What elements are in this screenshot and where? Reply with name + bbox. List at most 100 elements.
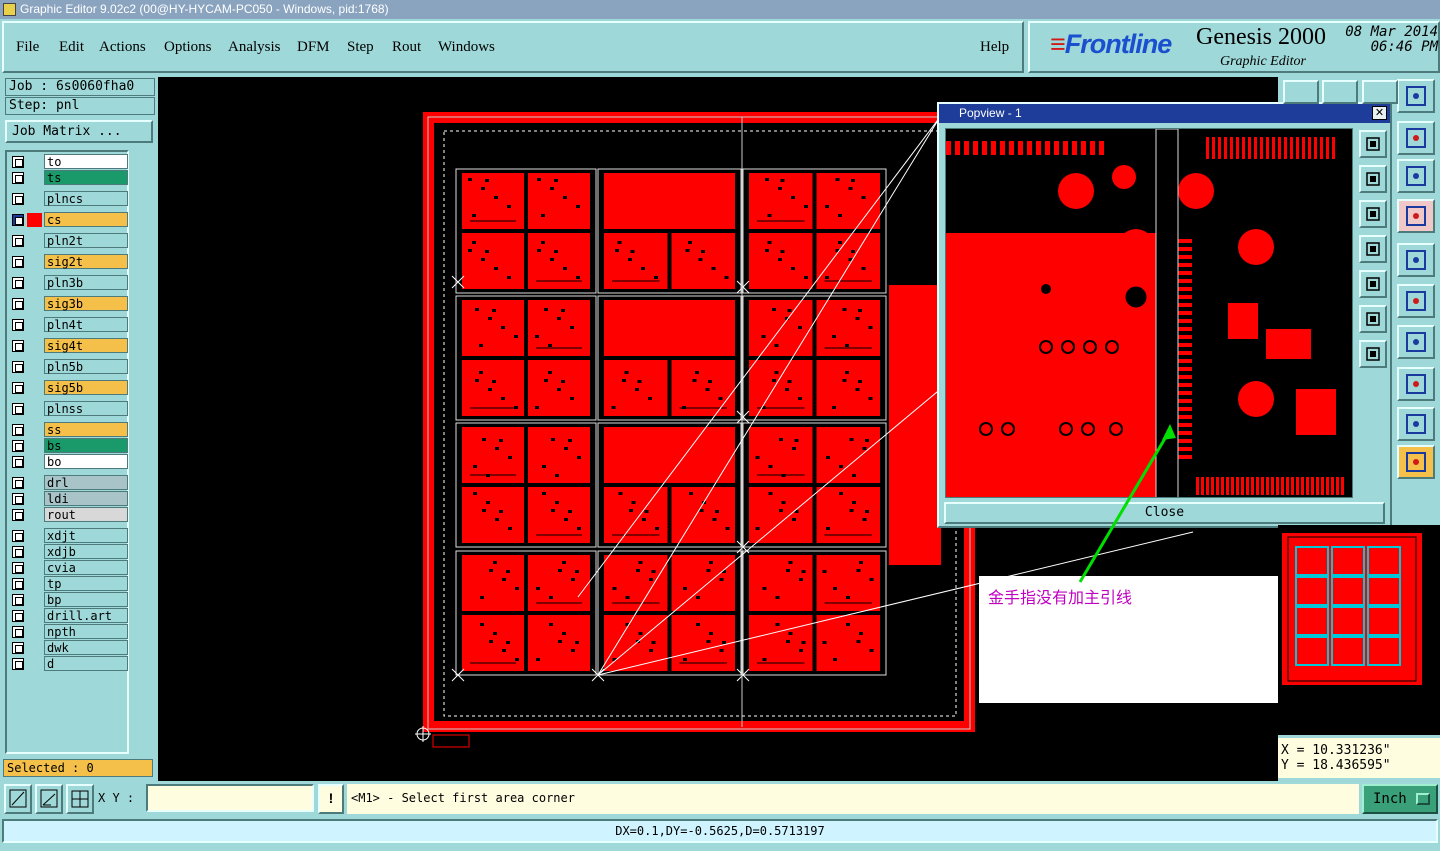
zoom-area-icon[interactable] bbox=[4, 784, 32, 814]
job-matrix-button[interactable]: Job Matrix ... bbox=[5, 120, 153, 143]
xy-input[interactable] bbox=[146, 784, 314, 812]
layer-row-ss[interactable]: ss bbox=[10, 422, 128, 437]
layer-row-drill-art[interactable]: drill.art bbox=[10, 608, 128, 623]
layer-checkbox[interactable] bbox=[12, 594, 24, 606]
layer-row-pln2t[interactable]: pln2t bbox=[10, 233, 128, 248]
layer-checkbox[interactable] bbox=[12, 193, 24, 205]
grid-snap-icon[interactable] bbox=[66, 784, 94, 814]
layer-row-tp[interactable]: tp bbox=[10, 576, 128, 591]
layer-checkbox[interactable] bbox=[12, 642, 24, 654]
view-tool-icon-2[interactable] bbox=[1322, 80, 1358, 104]
select-icon[interactable] bbox=[1397, 243, 1435, 277]
layers-icon[interactable] bbox=[1397, 367, 1435, 401]
layer-checkbox[interactable] bbox=[12, 361, 24, 373]
layer-checkbox[interactable] bbox=[12, 214, 24, 226]
layer-checkbox[interactable] bbox=[12, 340, 24, 352]
layer-row-pln3b[interactable]: pln3b bbox=[10, 275, 128, 290]
menu-options[interactable]: Options bbox=[164, 39, 212, 56]
layer-row-plncs[interactable]: plncs bbox=[10, 191, 128, 206]
layer-row-pln4t[interactable]: pln4t bbox=[10, 317, 128, 332]
menu-windows[interactable]: Windows bbox=[438, 39, 495, 56]
popview-tool-icon-6[interactable] bbox=[1359, 305, 1387, 333]
menu-edit[interactable]: Edit bbox=[59, 39, 84, 56]
layer-checkbox[interactable] bbox=[12, 319, 24, 331]
layer-row-xdjt[interactable]: xdjt bbox=[10, 528, 128, 543]
menu-analysis[interactable]: Analysis bbox=[228, 39, 281, 56]
layer-row-bo[interactable]: bo bbox=[10, 454, 128, 469]
warning-button[interactable]: ! bbox=[318, 784, 344, 814]
menu-dfm[interactable]: DFM bbox=[297, 39, 330, 56]
layer-row-ldi[interactable]: ldi bbox=[10, 491, 128, 506]
layer-row-to[interactable]: to bbox=[10, 154, 128, 169]
menu-rout[interactable]: Rout bbox=[392, 39, 421, 56]
layer-checkbox[interactable] bbox=[12, 277, 24, 289]
layer-checkbox[interactable] bbox=[12, 626, 24, 638]
rotate-icon[interactable] bbox=[1397, 121, 1435, 155]
layer-checkbox[interactable] bbox=[12, 658, 24, 670]
layer-name: ts bbox=[44, 170, 128, 185]
layer-checkbox[interactable] bbox=[12, 172, 24, 184]
panel-view-icon[interactable] bbox=[1397, 79, 1435, 113]
layer-row-d[interactable]: d bbox=[10, 656, 128, 671]
snap-icon[interactable] bbox=[1397, 284, 1435, 318]
layer-row-bp[interactable]: bp bbox=[10, 592, 128, 607]
popview-tool-icon-4[interactable] bbox=[1359, 235, 1387, 263]
popview-close-icon[interactable]: ✕ bbox=[1372, 106, 1387, 120]
layer-row-cvia[interactable]: cvia bbox=[10, 560, 128, 575]
layer-checkbox[interactable] bbox=[12, 156, 24, 168]
layer-checkbox[interactable] bbox=[12, 403, 24, 415]
popview-tool-icon-3[interactable] bbox=[1359, 200, 1387, 228]
route-icon[interactable] bbox=[1397, 407, 1435, 441]
layer-checkbox[interactable] bbox=[12, 456, 24, 468]
layer-checkbox[interactable] bbox=[12, 578, 24, 590]
popview-tool-icon-7[interactable] bbox=[1359, 340, 1387, 368]
layer-row-pln5b[interactable]: pln5b bbox=[10, 359, 128, 374]
measure-icon[interactable] bbox=[35, 784, 63, 814]
layer-row-cs[interactable]: cs bbox=[10, 212, 128, 227]
layer-row-dwk[interactable]: dwk bbox=[10, 640, 128, 655]
layer-checkbox[interactable] bbox=[12, 530, 24, 542]
layer-row-drl[interactable]: drl bbox=[10, 475, 128, 490]
menu-file[interactable]: File bbox=[16, 39, 39, 56]
right-toolbar bbox=[1393, 77, 1440, 487]
layer-checkbox[interactable] bbox=[12, 493, 24, 505]
layer-row-rout[interactable]: rout bbox=[10, 507, 128, 522]
layer-name: sig3b bbox=[44, 296, 128, 311]
help-icon[interactable] bbox=[1397, 159, 1435, 193]
layer-row-npth[interactable]: npth bbox=[10, 624, 128, 639]
layer-checkbox[interactable] bbox=[12, 509, 24, 521]
layer-checkbox[interactable] bbox=[12, 477, 24, 489]
layer-checkbox[interactable] bbox=[12, 546, 24, 558]
layer-checkbox[interactable] bbox=[12, 382, 24, 394]
layer-row-sig4t[interactable]: sig4t bbox=[10, 338, 128, 353]
layer-row-sig2t[interactable]: sig2t bbox=[10, 254, 128, 269]
mini-overview[interactable] bbox=[1278, 525, 1440, 735]
popview-tool-icon-5[interactable] bbox=[1359, 270, 1387, 298]
popview-tool-icon-1[interactable] bbox=[1359, 130, 1387, 158]
layer-row-ts[interactable]: ts bbox=[10, 170, 128, 185]
layer-row-sig3b[interactable]: sig3b bbox=[10, 296, 128, 311]
frontline-icon[interactable] bbox=[1397, 325, 1435, 359]
net-icon[interactable] bbox=[1397, 445, 1435, 479]
menu-actions[interactable]: Actions bbox=[99, 39, 146, 56]
layer-checkbox[interactable] bbox=[12, 610, 24, 622]
popview-tool-icon-2[interactable] bbox=[1359, 165, 1387, 193]
view-tool-icon-3[interactable] bbox=[1362, 80, 1398, 104]
layer-checkbox[interactable] bbox=[12, 235, 24, 247]
annotation-note: 金手指没有加主引线 bbox=[979, 576, 1307, 703]
layer-checkbox[interactable] bbox=[12, 562, 24, 574]
layer-checkbox[interactable] bbox=[12, 424, 24, 436]
layer-color-swatch bbox=[27, 213, 42, 227]
layer-checkbox[interactable] bbox=[12, 298, 24, 310]
features-icon[interactable] bbox=[1397, 199, 1435, 233]
menu-help[interactable]: Help bbox=[980, 39, 1009, 56]
layer-row-sig5b[interactable]: sig5b bbox=[10, 380, 128, 395]
layer-checkbox[interactable] bbox=[12, 256, 24, 268]
layer-row-bs[interactable]: bs bbox=[10, 438, 128, 453]
layer-row-xdjb[interactable]: xdjb bbox=[10, 544, 128, 559]
layer-checkbox[interactable] bbox=[12, 440, 24, 452]
units-select[interactable]: Inch bbox=[1362, 784, 1438, 814]
view-tool-icon-1[interactable] bbox=[1283, 80, 1319, 104]
layer-row-plnss[interactable]: plnss bbox=[10, 401, 128, 416]
menu-step[interactable]: Step bbox=[347, 39, 374, 56]
